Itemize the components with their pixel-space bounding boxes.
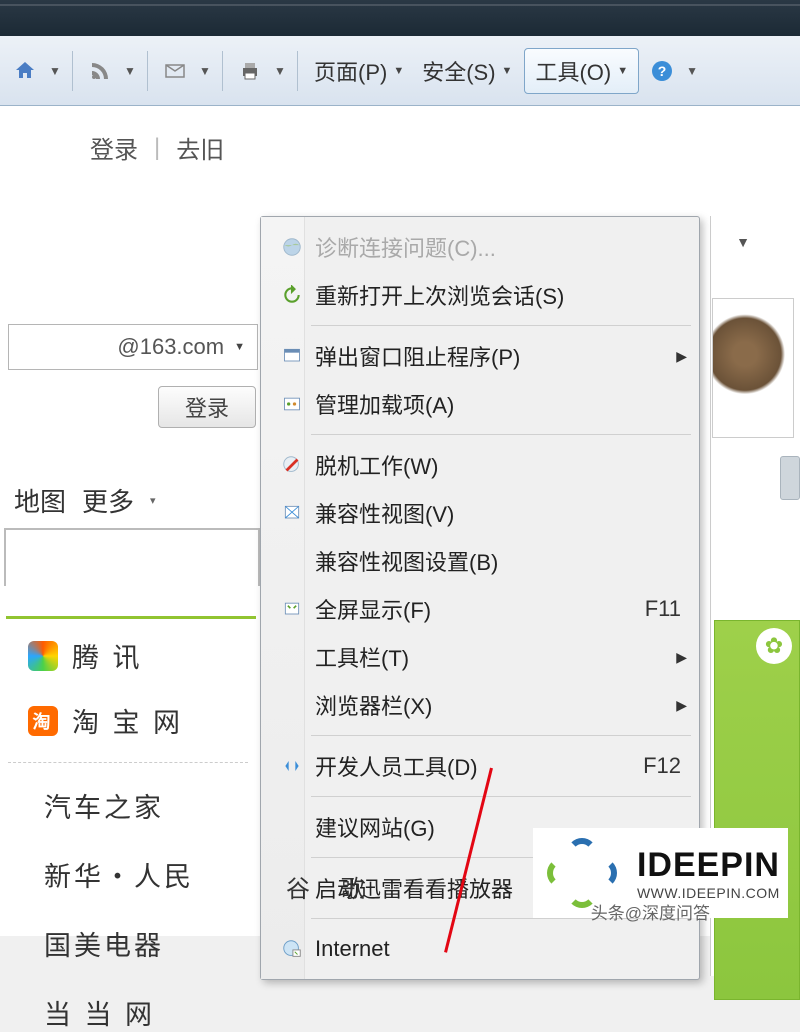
menu-explorer-bars[interactable]: 浏览器栏(X) ▶: [263, 681, 697, 729]
login-button[interactable]: 登录: [158, 386, 256, 428]
email-domain-select[interactable]: @163.com ▼: [8, 324, 258, 370]
link-google[interactable]: 谷 歌: [286, 869, 377, 904]
scrollbar-thumb[interactable]: [780, 456, 800, 500]
window-titlebar: [0, 0, 800, 36]
search-input[interactable]: [4, 528, 260, 586]
product-thumbnail[interactable]: [712, 298, 794, 438]
shortcut-label: F11: [627, 596, 687, 622]
menu-reopen-last-session[interactable]: 重新打开上次浏览会话(S): [263, 271, 697, 319]
mail-button[interactable]: [158, 54, 192, 88]
link-autohome[interactable]: 汽车之家: [44, 786, 194, 825]
addons-icon: [273, 394, 311, 414]
fullscreen-icon: [273, 599, 311, 619]
nav-map[interactable]: 地图: [14, 482, 66, 519]
menu-popup-blocker[interactable]: 弹出窗口阻止程序(P) ▶: [263, 332, 697, 380]
page-content: 登录 | 去旧 @163.com ▼ 登录 地图 更多 ▾ 腾 讯 淘 淘 宝 …: [0, 106, 800, 936]
submenu-arrow-icon: ▶: [665, 348, 687, 365]
svg-text:?: ?: [658, 63, 667, 79]
green-panel: [714, 620, 800, 1000]
tencent-icon: [28, 641, 58, 671]
help-dropdown[interactable]: ▼: [685, 64, 699, 78]
nav-more[interactable]: 更多: [82, 482, 134, 519]
menu-work-offline[interactable]: 脱机工作(W): [263, 441, 697, 489]
menu-manage-addons[interactable]: 管理加载项(A): [263, 380, 697, 428]
help-button[interactable]: ?: [645, 54, 679, 88]
chevron-down-icon: ▼: [234, 341, 245, 353]
link-xinhua[interactable]: 新华・人民: [44, 855, 194, 894]
home-dropdown[interactable]: ▼: [48, 64, 62, 78]
old-version-link[interactable]: 去旧: [176, 130, 224, 165]
watermark-attribution: 头条@深度问答: [591, 899, 710, 924]
chevron-down-icon: ▾: [150, 494, 156, 507]
site-link-list-2: 汽车之家 新华・人民 国美电器 当 当 网: [44, 786, 194, 1032]
email-domain-label: @163.com: [117, 334, 224, 360]
menu-fullscreen[interactable]: 全屏显示(F) F11: [263, 585, 697, 633]
submenu-arrow-icon: ▶: [665, 649, 687, 666]
mail-dropdown[interactable]: ▼: [198, 64, 212, 78]
globe-icon: [273, 236, 311, 258]
menu-diagnose-connection: 诊断连接问题(C)...: [263, 223, 697, 271]
submenu-arrow-icon: ▶: [665, 697, 687, 714]
reopen-icon: [273, 285, 311, 305]
separator: |: [154, 134, 160, 162]
window-icon: [273, 346, 311, 366]
compat-icon: [273, 503, 311, 523]
menu-compatibility-settings[interactable]: 兼容性视图设置(B): [263, 537, 697, 585]
menu-internet-options[interactable]: Internet: [263, 925, 697, 973]
link-gome[interactable]: 国美电器: [44, 924, 194, 963]
watermark-brand: IDEEPIN: [637, 846, 780, 885]
feeds-button[interactable]: [83, 54, 117, 88]
divider: [6, 616, 256, 619]
print-dropdown[interactable]: ▼: [273, 64, 287, 78]
offline-icon: [273, 454, 311, 476]
print-button[interactable]: [233, 54, 267, 88]
menu-developer-tools[interactable]: 开发人员工具(D) F12: [263, 742, 697, 790]
divider-dotted: [8, 762, 248, 763]
home-button[interactable]: [8, 54, 42, 88]
link-taobao[interactable]: 淘 淘 宝 网: [28, 701, 183, 740]
safety-menu-button[interactable]: 安全(S)▼: [416, 51, 518, 91]
top-links: 登录 | 去旧: [90, 130, 224, 165]
shortcut-label: F12: [627, 753, 687, 779]
link-tencent[interactable]: 腾 讯: [28, 636, 183, 675]
link-dangdang[interactable]: 当 当 网: [44, 993, 194, 1032]
devtools-icon: [273, 756, 311, 776]
taobao-icon: 淘: [28, 706, 58, 736]
feeds-dropdown[interactable]: ▼: [123, 64, 137, 78]
command-bar: ▼ ▼ ▼ ▼ 页面(P)▼ 安全(S)▼ 工具(O)▼ ? ▼: [0, 36, 800, 106]
login-link[interactable]: 登录: [90, 130, 138, 165]
site-link-list: 腾 讯 淘 淘 宝 网: [28, 636, 183, 740]
tools-menu-button[interactable]: 工具(O)▼: [524, 48, 639, 94]
nav-tabs: 地图 更多 ▾: [14, 482, 156, 519]
menu-toolbars[interactable]: 工具栏(T) ▶: [263, 633, 697, 681]
menu-compatibility-view[interactable]: 兼容性视图(V): [263, 489, 697, 537]
chevron-down-icon[interactable]: ▼: [736, 234, 750, 250]
page-menu-button[interactable]: 页面(P)▼: [308, 51, 410, 91]
internet-options-icon: [273, 938, 311, 960]
gear-icon[interactable]: ✿: [756, 628, 792, 664]
